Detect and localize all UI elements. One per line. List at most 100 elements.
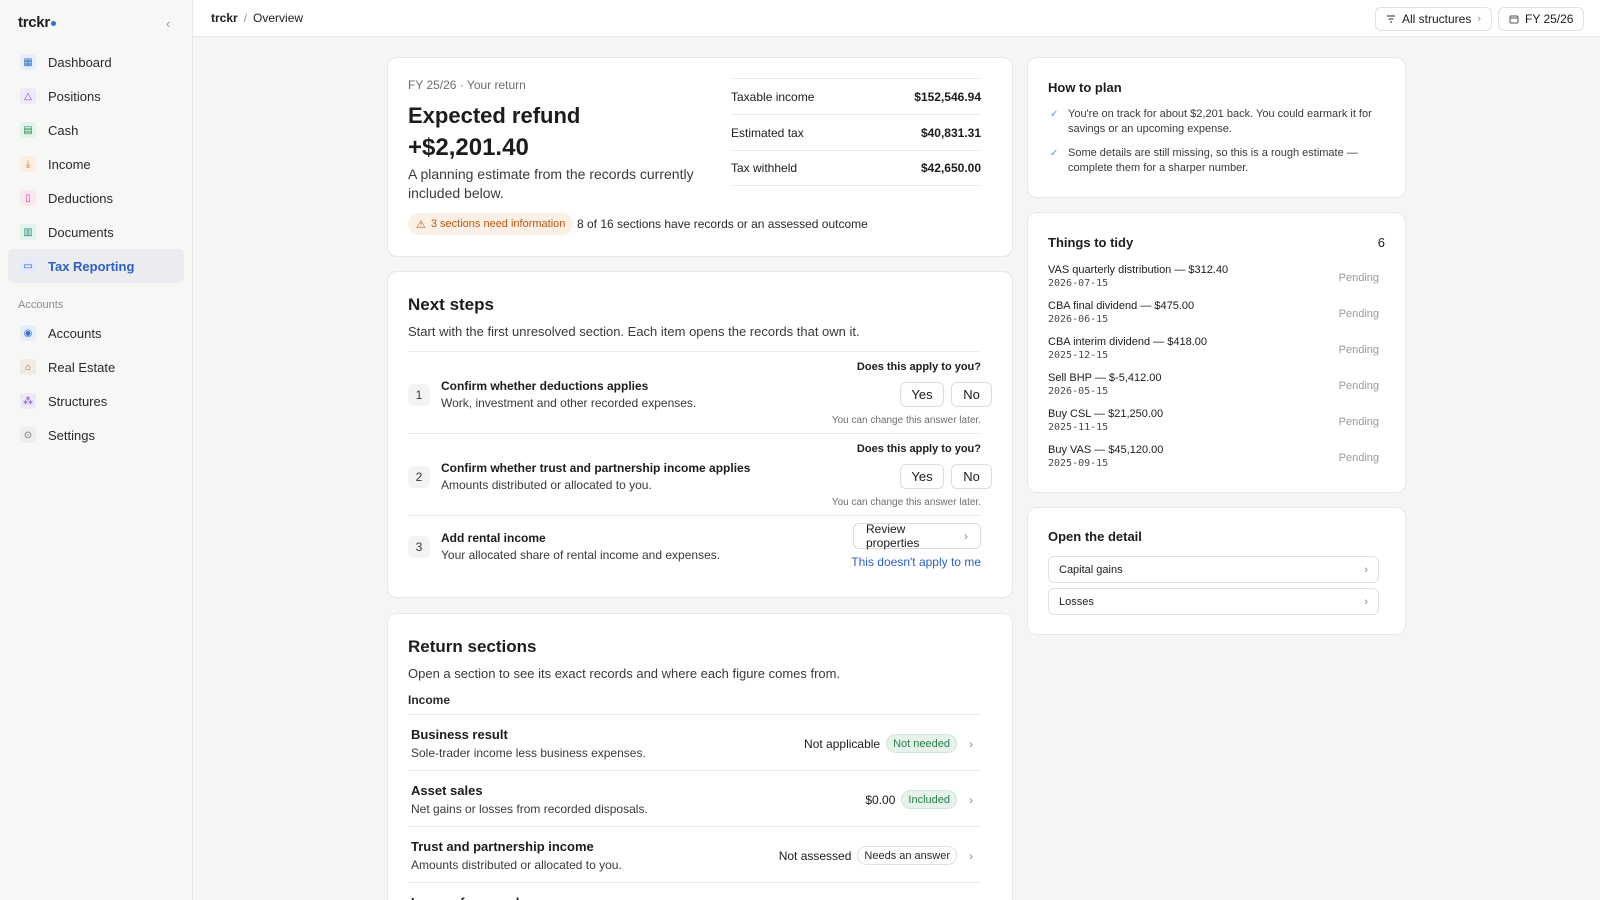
step-item: 2 Confirm whether trust and partnership … xyxy=(408,433,992,515)
step-question: Does this apply to you? xyxy=(856,361,981,373)
tax-figure-label: Tax withheld xyxy=(731,161,798,175)
positions-icon: △ xyxy=(20,88,36,104)
tidy-item-status: Pending xyxy=(1338,344,1379,356)
open-detail-title: Open the detail xyxy=(1048,529,1142,544)
warning-badge[interactable]: ⚠ 3 sections need information xyxy=(408,213,574,235)
sidebar-item-structures[interactable]: ⁂ Structures xyxy=(8,384,184,418)
step-description: Amounts distributed or allocated to you. xyxy=(441,478,652,492)
sidebar-item-dashboard[interactable]: ▦ Dashboard xyxy=(8,45,184,79)
no-button[interactable]: No xyxy=(951,464,992,489)
losses-link[interactable]: Losses › xyxy=(1048,588,1379,615)
chevron-right-icon: › xyxy=(1477,13,1482,25)
refund-amount: +$2,201.40 xyxy=(408,134,529,161)
step-title: Add rental income xyxy=(441,531,546,545)
collapse-sidebar-icon[interactable]: ‹ xyxy=(166,16,170,31)
section-description: Amounts distributed or allocated to you. xyxy=(411,858,622,872)
structures-filter-label: All structures xyxy=(1402,12,1472,26)
how-to-plan-title: How to plan xyxy=(1048,80,1122,95)
sidebar-item-documents[interactable]: ▥ Documents xyxy=(8,215,184,249)
return-sections-subtitle: Open a section to see its exact records … xyxy=(408,666,841,681)
chevron-right-icon: › xyxy=(969,848,973,863)
tax-figure-value: $152,546.94 xyxy=(914,89,981,104)
sidebar-item-income[interactable]: ⤓ Income xyxy=(8,147,184,181)
section-value: $0.00 xyxy=(865,792,896,807)
tidy-item[interactable]: CBA interim dividend — $418.00 2025-12-15… xyxy=(1048,336,1379,361)
filter-icon xyxy=(1387,15,1395,23)
section-title: Business result xyxy=(411,727,508,742)
tidy-item[interactable]: VAS quarterly distribution — $312.40 2026… xyxy=(1048,264,1379,289)
no-button[interactable]: No xyxy=(951,382,992,407)
yes-button[interactable]: Yes xyxy=(900,382,944,407)
brand-dot xyxy=(50,21,56,26)
section-title: Asset sales xyxy=(411,783,483,798)
fiscal-year-button[interactable]: FY 25/26 xyxy=(1498,7,1585,31)
status-badge: Not needed xyxy=(886,734,957,753)
breadcrumb-separator: / xyxy=(243,11,248,25)
not-applicable-link[interactable]: This doesn't apply to me xyxy=(851,555,981,569)
sidebar-item-label: Positions xyxy=(48,88,101,104)
tidy-item-title: VAS quarterly distribution — $312.40 xyxy=(1048,264,1229,276)
sidebar: trckr ‹ ▦ Dashboard △ Positions ▤ Cash ⤓ Income… xyxy=(0,0,193,900)
sidebar-item-label: Settings xyxy=(48,427,95,443)
structures-filter-button[interactable]: All structures › xyxy=(1375,7,1493,31)
detail-link-label: Losses xyxy=(1059,595,1094,608)
summary-description: A planning estimate from the records cur… xyxy=(408,166,694,201)
section-value: Not applicable xyxy=(804,736,881,751)
tidy-item[interactable]: Buy CSL — $21,250.00 2025-11-15 Pending xyxy=(1048,408,1379,433)
tax-figure-row: Tax withheld $42,650.00 xyxy=(731,150,981,186)
tidy-item[interactable]: CBA final dividend — $475.00 2026-06-15 Pe… xyxy=(1048,300,1379,325)
tidy-item[interactable]: Buy VAS — $45,120.00 2025-09-15 Pending xyxy=(1048,444,1379,469)
sidebar-item-real-estate[interactable]: ⌂ Real Estate xyxy=(8,350,184,384)
status-badge: Included xyxy=(901,790,957,809)
sidebar-item-tax-reporting[interactable]: ▭ Tax Reporting xyxy=(8,249,184,283)
return-sections-title: Return sections xyxy=(408,637,537,656)
topbar: trckr / Overview All structures › FY 25/26 xyxy=(193,0,1600,37)
tidy-item-title: Sell BHP — $-5,412.00 xyxy=(1048,372,1162,384)
step-description: Work, investment and other recorded expe… xyxy=(441,396,697,410)
tax-figure-label: Estimated tax xyxy=(731,125,804,140)
sidebar-item-label: Accounts xyxy=(48,325,102,341)
sidebar-item-accounts[interactable]: ◉ Accounts xyxy=(8,316,184,350)
breadcrumb: trckr / Overview xyxy=(211,11,303,25)
tidy-item-status: Pending xyxy=(1338,380,1379,392)
section-status: $0.00 Included › xyxy=(865,790,973,809)
tidy-item-date: 2025-12-15 xyxy=(1048,350,1109,361)
sidebar-item-positions[interactable]: △ Positions xyxy=(8,79,184,113)
sidebar-item-settings[interactable]: ⊙ Settings xyxy=(8,418,184,452)
nav-group-label: Accounts xyxy=(18,299,64,311)
tidy-item-date: 2026-05-15 xyxy=(1048,386,1109,397)
sidebar-item-deductions[interactable]: ▯ Deductions xyxy=(8,181,184,215)
return-section-row[interactable]: Asset sales Net gains or losses from reco… xyxy=(408,770,981,826)
sidebar-item-label: Structures xyxy=(48,393,108,409)
warning-text: 3 sections need information xyxy=(430,218,566,230)
tidy-item[interactable]: Sell BHP — $-5,412.00 2026-05-15 Pending xyxy=(1048,372,1379,397)
sidebar-item-cash[interactable]: ▤ Cash xyxy=(8,113,184,147)
detail-link-label: Capital gains xyxy=(1059,563,1123,576)
capital-gains-link[interactable]: Capital gains › xyxy=(1048,556,1379,583)
tax-figure-value: $42,650.00 xyxy=(920,161,981,175)
section-title: Income from work xyxy=(411,895,523,900)
income-icon: ⤓ xyxy=(20,156,36,172)
documents-icon: ▥ xyxy=(20,224,36,240)
chevron-right-icon: › xyxy=(969,792,973,807)
section-status: Not applicable Not needed › xyxy=(804,734,973,753)
summary-eyebrow: FY 25/26 · Your return xyxy=(408,78,526,92)
tidy-item-title: CBA final dividend — $475.00 xyxy=(1048,300,1195,312)
step-description: Your allocated share of rental income an… xyxy=(441,548,721,562)
plan-tip: ✓ You're on track for about $2,201 back. … xyxy=(1050,108,1372,135)
tax-figure-label: Taxable income xyxy=(731,89,815,104)
return-section-row[interactable]: Trust and partnership income Amounts dist… xyxy=(408,826,981,882)
sidebar-item-label: Tax Reporting xyxy=(48,258,135,274)
return-section-row[interactable]: Business result Sole-trader income less b… xyxy=(408,714,981,770)
check-icon: ✓ xyxy=(1050,109,1059,120)
next-steps-card: Next steps Start with the first unresolv… xyxy=(387,271,1013,598)
section-status: Not assessed Needs an answer › xyxy=(779,846,973,865)
sidebar-item-label: Cash xyxy=(48,122,79,138)
brand-logo[interactable]: trckr xyxy=(18,14,56,31)
next-steps-subtitle: Start with the first unresolved section.… xyxy=(408,324,860,339)
return-section-row[interactable]: Income from work xyxy=(408,882,981,900)
yes-button[interactable]: Yes xyxy=(900,464,944,489)
breadcrumb-root[interactable]: trckr xyxy=(211,11,238,25)
review-properties-button[interactable]: Review properties › xyxy=(853,522,981,550)
sidebar-item-label: Real Estate xyxy=(48,359,116,375)
